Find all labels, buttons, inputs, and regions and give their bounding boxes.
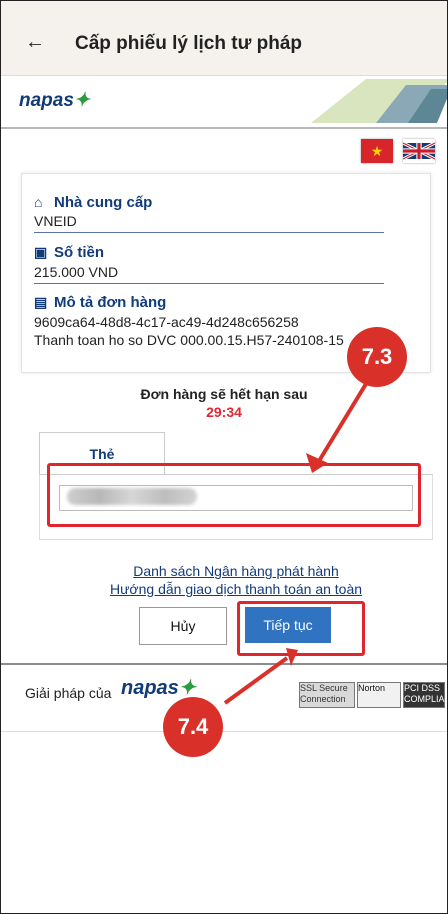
document-icon: ▤ xyxy=(34,294,48,310)
pci-badge: PCI DSS COMPLIANT xyxy=(403,682,447,708)
payment-screen: ← Cấp phiếu lý lịch tư pháp napas✦ ★ ⌂ Nh… xyxy=(0,0,448,914)
footer-bottom-line xyxy=(1,731,447,732)
napas-star-icon: ✦ xyxy=(73,90,90,111)
language-selector: ★ xyxy=(361,139,435,163)
step-7-4-callout: 7.4 xyxy=(163,697,223,757)
step-7-3-callout: 7.3 xyxy=(347,327,407,387)
napas-star-icon: ✦ xyxy=(178,677,196,699)
norton-badge: Norton xyxy=(357,682,401,708)
ssl-badge: SSL Secure Connection xyxy=(299,682,355,708)
home-icon: ⌂ xyxy=(34,194,43,210)
page-title: Cấp phiếu lý lịch tư pháp xyxy=(75,33,302,54)
expiry-timer: 29:34 xyxy=(206,404,242,420)
order-id: 9609ca64-48d8-4c17-ac49-4d248c656258 xyxy=(34,314,299,330)
divider xyxy=(34,232,384,233)
provider-label: ⌂ Nhà cung cấp xyxy=(34,194,153,211)
money-icon: ▣ xyxy=(34,244,48,260)
highlight-continue-button xyxy=(237,601,365,656)
amount-value: 215.000 VND xyxy=(34,264,119,280)
uk-flag-icon[interactable] xyxy=(403,139,435,163)
solution-by-text: Giải pháp của xyxy=(25,685,112,701)
vietnam-flag-icon[interactable]: ★ xyxy=(361,139,393,163)
app-bar: ← Cấp phiếu lý lịch tư pháp xyxy=(1,1,447,76)
cancel-button[interactable]: Hủy xyxy=(139,607,227,645)
back-arrow-icon[interactable]: ← xyxy=(25,31,45,54)
safe-payment-guide-link[interactable]: Hướng dẫn giao dịch thanh toán an toàn xyxy=(1,581,447,597)
issuer-banks-link[interactable]: Danh sách Ngân hàng phát hành xyxy=(1,563,447,579)
footer-divider xyxy=(1,663,447,665)
order-desc-label: ▤ Mô tả đơn hàng xyxy=(34,294,167,311)
provider-value: VNEID xyxy=(34,213,77,229)
divider xyxy=(34,283,384,284)
footer-napas-logo: napas✦ xyxy=(121,677,196,699)
highlight-card-field xyxy=(47,463,421,527)
banner-divider xyxy=(1,127,447,129)
napas-logo: napas✦ xyxy=(19,90,90,111)
banner-decoration xyxy=(311,79,447,123)
expiry-label: Đơn hàng sẽ hết hạn sau xyxy=(140,386,308,402)
amount-label: ▣ Số tiền xyxy=(34,244,105,261)
order-description: Thanh toan ho so DVC 000.00.15.H57-24010… xyxy=(34,332,344,348)
